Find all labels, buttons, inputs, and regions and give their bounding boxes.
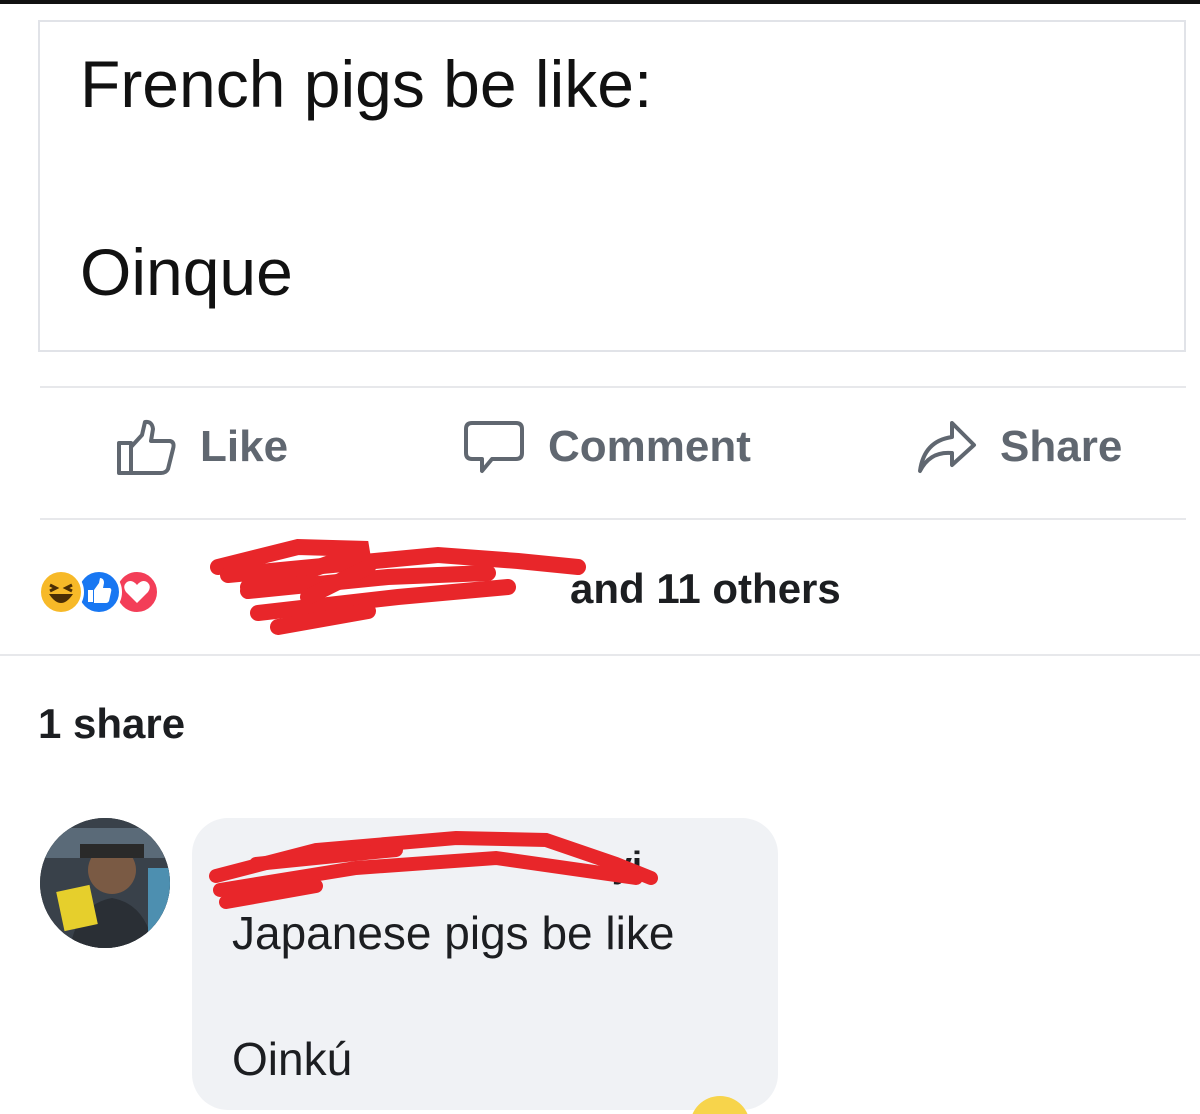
share-button[interactable]: Share bbox=[916, 417, 1122, 477]
post-text-line-2: Oinque bbox=[80, 235, 293, 309]
post-actions-bar: Like Comment Share bbox=[40, 395, 1188, 515]
reactions-summary[interactable]: and 11 others bbox=[38, 538, 1188, 635]
comment-text-line-2: Oinkú bbox=[232, 1033, 353, 1085]
redacted-author-scribble bbox=[209, 830, 658, 909]
share-arrow-icon bbox=[916, 417, 978, 477]
facebook-post-screenshot: French pigs be like: Oinque Like Comment… bbox=[0, 0, 1200, 1114]
haha-emoji-icon bbox=[38, 569, 84, 615]
top-edge-bar bbox=[0, 0, 1200, 4]
post-text-line-1: French pigs be like: bbox=[80, 47, 653, 121]
comment-text-line-1: Japanese pigs be like bbox=[232, 907, 675, 959]
divider-bottom bbox=[0, 654, 1200, 656]
comment-bubble: yi Japanese pigs be like Oinkú bbox=[192, 818, 778, 1110]
reactions-names-text[interactable]: and 11 others bbox=[570, 565, 841, 613]
post-text-box: French pigs be like: Oinque bbox=[38, 20, 1186, 352]
divider-top bbox=[40, 386, 1186, 388]
like-label: Like bbox=[200, 422, 289, 471]
comment-button[interactable]: Comment bbox=[462, 417, 751, 477]
like-button[interactable]: Like bbox=[116, 417, 288, 477]
comment-label: Comment bbox=[548, 422, 751, 471]
share-count[interactable]: 1 share bbox=[38, 700, 185, 748]
redacted-names-scribble bbox=[210, 538, 586, 635]
comment-icon bbox=[462, 417, 526, 477]
thumbs-up-icon bbox=[116, 417, 178, 477]
share-label: Share bbox=[1000, 422, 1123, 471]
divider-middle bbox=[40, 518, 1186, 520]
avatar[interactable] bbox=[40, 818, 170, 948]
